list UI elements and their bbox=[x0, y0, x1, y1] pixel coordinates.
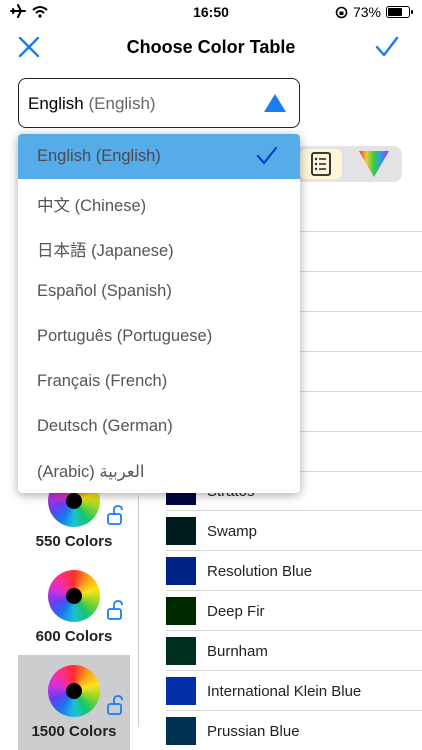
orientation-lock-icon bbox=[335, 6, 348, 18]
language-option-french[interactable]: Français (French) bbox=[18, 359, 300, 404]
language-option-label: (Arabic) العربية bbox=[37, 463, 145, 481]
language-option-label: English (English) bbox=[37, 147, 161, 165]
language-option-label: 日本語 (Japanese) bbox=[37, 242, 174, 260]
language-option-portuguese[interactable]: Português (Portuguese) bbox=[18, 314, 300, 359]
unlock-icon bbox=[107, 600, 123, 620]
battery-icon bbox=[386, 6, 413, 18]
unlock-icon bbox=[107, 505, 123, 525]
color-wheel-icon bbox=[48, 665, 100, 717]
language-option-spanish[interactable]: Español (Spanish) bbox=[18, 269, 300, 314]
color-name: Resolution Blue bbox=[207, 563, 313, 580]
color-name: Swamp bbox=[207, 523, 258, 540]
navigation-bar: Choose Color Table bbox=[0, 28, 422, 68]
language-select-main: English bbox=[28, 94, 84, 113]
palette-label: 600 Colors bbox=[35, 628, 113, 645]
checkmark-icon bbox=[256, 146, 278, 165]
color-row-burnham[interactable]: Burnham bbox=[166, 631, 422, 671]
language-select-value: English (English) bbox=[28, 94, 156, 114]
language-option-chinese[interactable]: 中文 (Chinese) bbox=[18, 179, 300, 224]
battery-level bbox=[388, 8, 402, 16]
color-name: Burnham bbox=[207, 643, 268, 660]
checkmark-icon bbox=[375, 36, 399, 57]
color-swatch bbox=[166, 517, 196, 545]
status-icons-right: 73% bbox=[335, 4, 413, 20]
screen: 16:50 73% Choose Color Table English (En… bbox=[0, 0, 422, 750]
language-select[interactable]: English (English) bbox=[18, 78, 300, 128]
battery-percent: 73% bbox=[352, 4, 381, 20]
language-option-label: Deutsch (German) bbox=[37, 417, 173, 435]
color-swatch bbox=[166, 557, 196, 585]
color-row-prussian-blue[interactable]: Prussian Blue bbox=[166, 711, 422, 750]
column-divider bbox=[138, 495, 139, 727]
color-swatch bbox=[166, 637, 196, 665]
color-row-international-klein-blue[interactable]: International Klein Blue bbox=[166, 671, 422, 711]
unlock-icon bbox=[107, 695, 123, 715]
language-option-label: Português (Portuguese) bbox=[37, 327, 213, 345]
language-option-english[interactable]: English (English) bbox=[18, 134, 300, 179]
color-row-swamp[interactable]: Swamp bbox=[166, 511, 422, 551]
language-option-japanese[interactable]: 日本語 (Japanese) bbox=[18, 224, 300, 269]
color-name: Prussian Blue bbox=[207, 723, 300, 740]
color-wheel-icon bbox=[48, 570, 100, 622]
palette-label: 550 Colors bbox=[35, 533, 113, 550]
color-swatch bbox=[166, 717, 196, 745]
language-option-label: 中文 (Chinese) bbox=[37, 197, 147, 215]
done-button[interactable] bbox=[374, 34, 404, 64]
language-option-label: Français (French) bbox=[37, 372, 168, 390]
color-row-resolution-blue[interactable]: Resolution Blue bbox=[166, 551, 422, 591]
list-icon bbox=[311, 152, 331, 176]
language-dropdown: English (English) 中文 (Chinese) 日本語 (Japa… bbox=[18, 134, 300, 493]
status-bar: 16:50 73% bbox=[0, 0, 422, 26]
color-name: Deep Fir bbox=[207, 603, 265, 620]
language-select-sub: (English) bbox=[88, 94, 156, 113]
color-tree-icon bbox=[359, 151, 389, 177]
color-name: International Klein Blue bbox=[207, 683, 362, 700]
color-swatch bbox=[166, 677, 196, 705]
palette-1500[interactable]: 1500 Colors bbox=[18, 655, 130, 750]
color-wheel-view-tab[interactable] bbox=[354, 149, 394, 179]
palette-600[interactable]: 600 Colors bbox=[18, 560, 130, 655]
palette-label: 1500 Colors bbox=[31, 723, 117, 740]
language-option-german[interactable]: Deutsch (German) bbox=[18, 404, 300, 449]
language-option-arabic[interactable]: (Arabic) العربية bbox=[18, 449, 300, 493]
view-mode-segmented-control bbox=[296, 146, 402, 182]
page-title: Choose Color Table bbox=[126, 37, 296, 57]
color-swatch bbox=[166, 597, 196, 625]
color-row-deep-fir[interactable]: Deep Fir bbox=[166, 591, 422, 631]
list-view-tab[interactable] bbox=[300, 149, 342, 179]
language-option-label: Español (Spanish) bbox=[37, 282, 172, 300]
triangle-up-icon bbox=[264, 94, 286, 112]
